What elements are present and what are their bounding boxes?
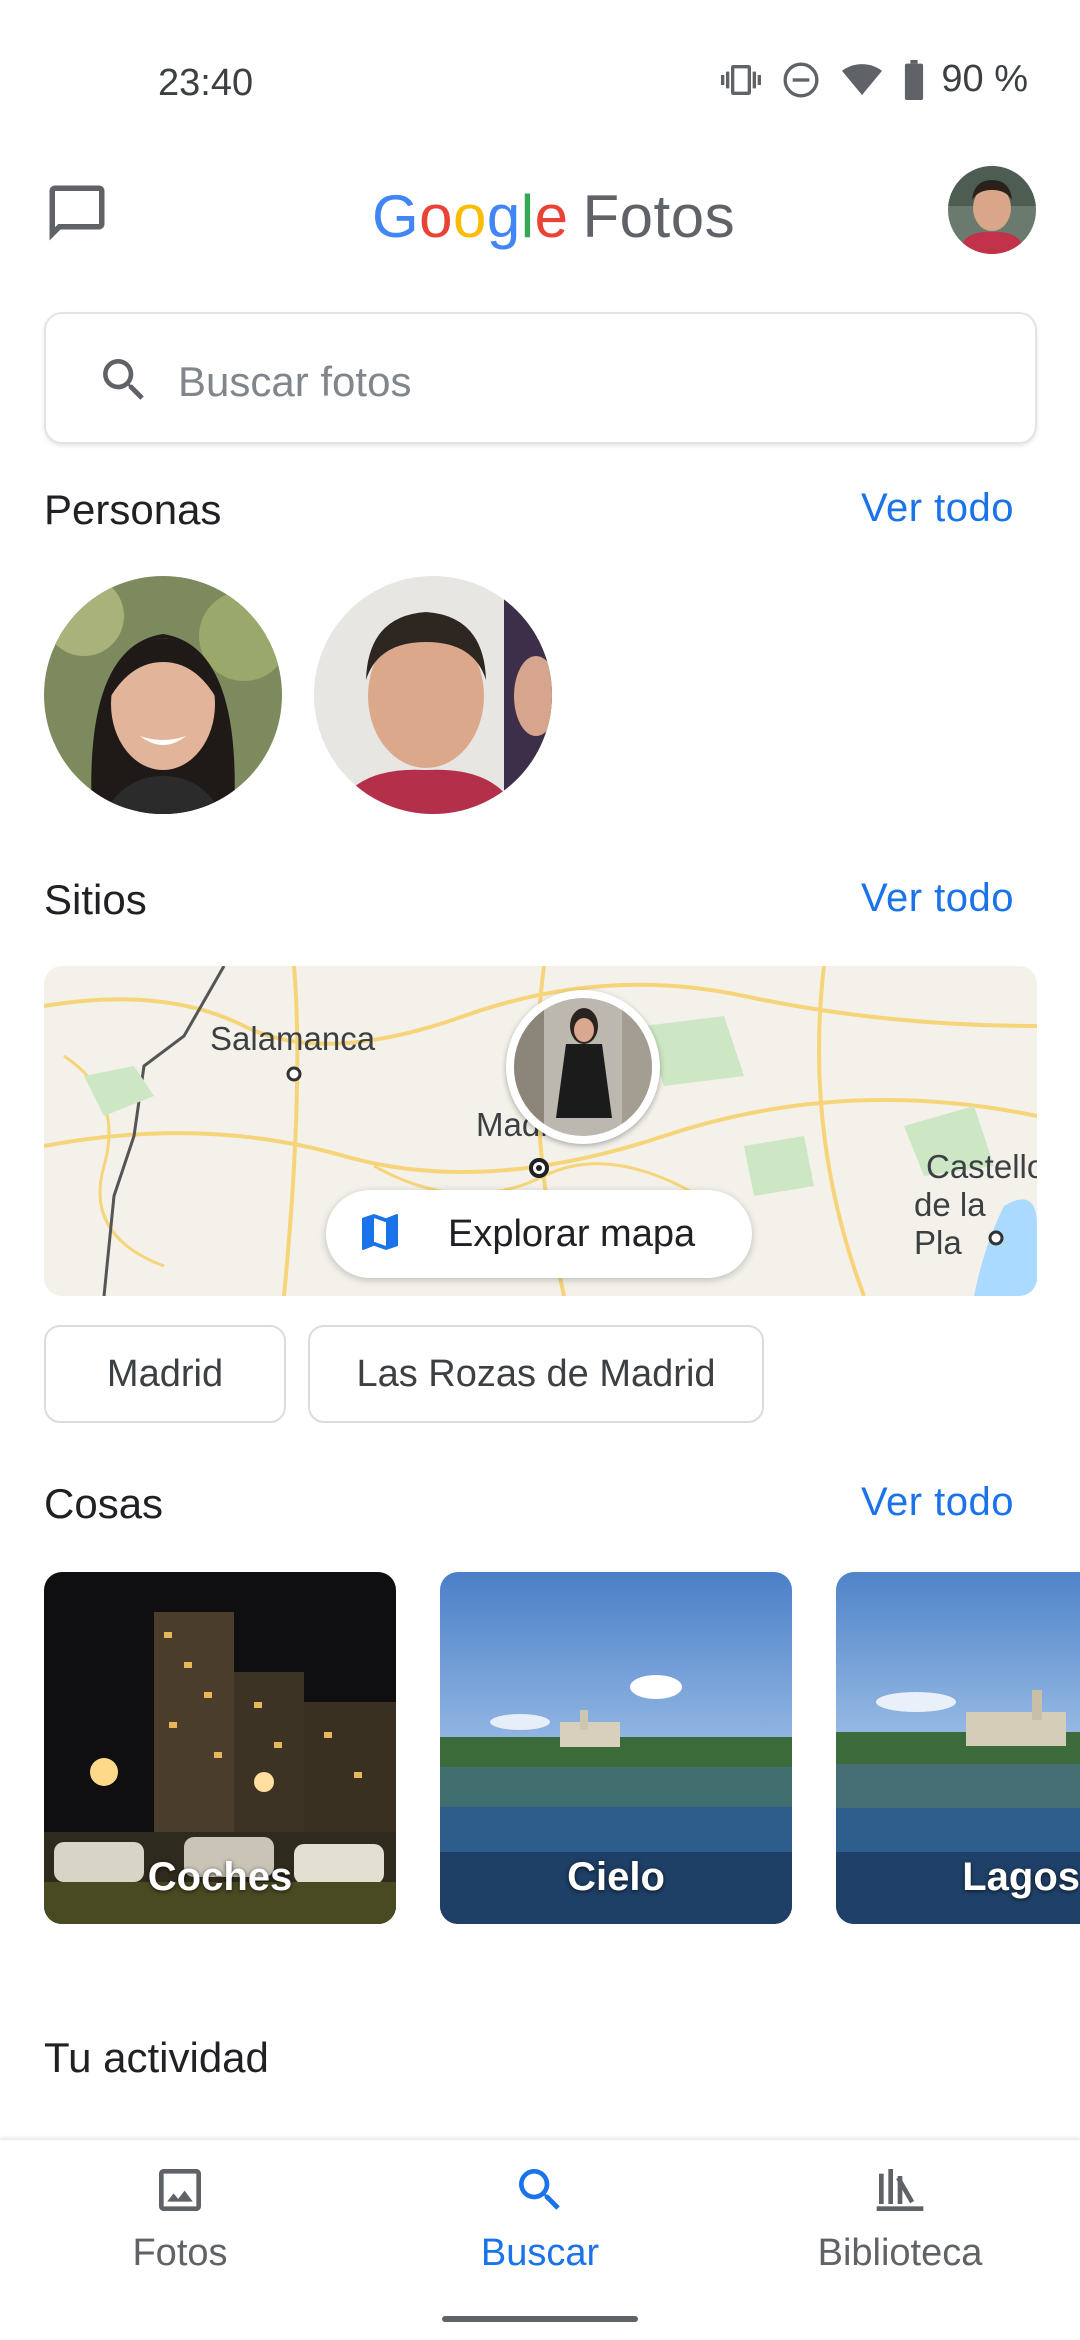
gesture-handle[interactable] — [442, 2316, 638, 2322]
wifi-icon — [841, 60, 883, 100]
thing-card-lagos[interactable]: Lagos — [836, 1572, 1080, 1924]
logo-google: Google — [372, 183, 569, 250]
map-label-de-la-pla: de la Pla — [914, 1186, 986, 1261]
map-label-salamanca: Salamanca — [210, 1020, 376, 1057]
place-chip-las-rozas[interactable]: Las Rozas de Madrid — [308, 1325, 764, 1423]
app-logo: Google Fotos — [372, 182, 735, 251]
vibrate-icon — [721, 60, 762, 100]
status-icons: 90 % — [721, 58, 1028, 101]
nav-label-fotos: Fotos — [132, 2232, 228, 2274]
places-map[interactable]: Salamanca Madrid Castello de la Pla Expl… — [44, 966, 1037, 1296]
battery-icon — [903, 59, 925, 100]
account-avatar[interactable] — [948, 166, 1036, 254]
thing-card-coches[interactable]: Coches — [44, 1572, 396, 1924]
search-icon — [96, 352, 152, 413]
explore-map-label: Explorar mapa — [448, 1212, 696, 1255]
section-title-cosas: Cosas — [44, 1480, 164, 1527]
search-icon — [390, 2162, 690, 2218]
chat-icon[interactable] — [44, 180, 110, 246]
map-photo-pin[interactable] — [506, 990, 660, 1144]
nav-item-fotos[interactable]: Fotos — [30, 2162, 330, 2275]
library-icon — [750, 2162, 1050, 2218]
see-all-personas-link[interactable]: Ver todo — [861, 486, 1014, 531]
search-placeholder: Buscar fotos — [178, 358, 412, 405]
see-all-cosas-link[interactable]: Ver todo — [861, 1480, 1014, 1525]
thing-label-lagos: Lagos — [962, 1855, 1080, 1899]
place-chip-madrid[interactable]: Madrid — [44, 1325, 286, 1423]
explore-map-button[interactable]: Explorar mapa — [326, 1190, 752, 1278]
nav-label-buscar: Buscar — [480, 2232, 600, 2274]
thing-card-cielo[interactable]: Cielo — [440, 1572, 792, 1924]
photo-icon — [30, 2162, 330, 2218]
map-label-castello: Castello — [926, 1148, 1037, 1185]
section-title-actividad: Tu actividad — [44, 2034, 269, 2081]
person-face-2[interactable] — [314, 576, 552, 814]
status-bar: 23:40 90 % — [0, 0, 1080, 170]
thing-label-cielo: Cielo — [567, 1855, 665, 1899]
section-title-personas: Personas — [44, 486, 222, 533]
logo-fotos: Fotos — [582, 183, 736, 250]
person-face-1[interactable] — [44, 576, 282, 814]
nav-item-biblioteca[interactable]: Biblioteca — [750, 2162, 1050, 2275]
do-not-disturb-icon — [781, 60, 821, 100]
see-all-sitios-link[interactable]: Ver todo — [861, 876, 1014, 921]
battery-percentage: 90 % — [941, 58, 1028, 100]
map-icon — [356, 1208, 404, 1261]
bottom-navigation: Fotos Buscar Biblioteca — [0, 2140, 1080, 2340]
app-bar: Google Fotos — [0, 160, 1080, 270]
thing-label-coches: Coches — [147, 1855, 293, 1899]
nav-item-buscar[interactable]: Buscar — [390, 2162, 690, 2275]
nav-label-biblioteca: Biblioteca — [817, 2232, 983, 2274]
map-photo-thumbnail — [514, 998, 652, 1136]
status-time: 23:40 — [158, 62, 254, 104]
search-input[interactable]: Buscar fotos — [44, 312, 1037, 444]
section-title-sitios: Sitios — [44, 876, 147, 923]
